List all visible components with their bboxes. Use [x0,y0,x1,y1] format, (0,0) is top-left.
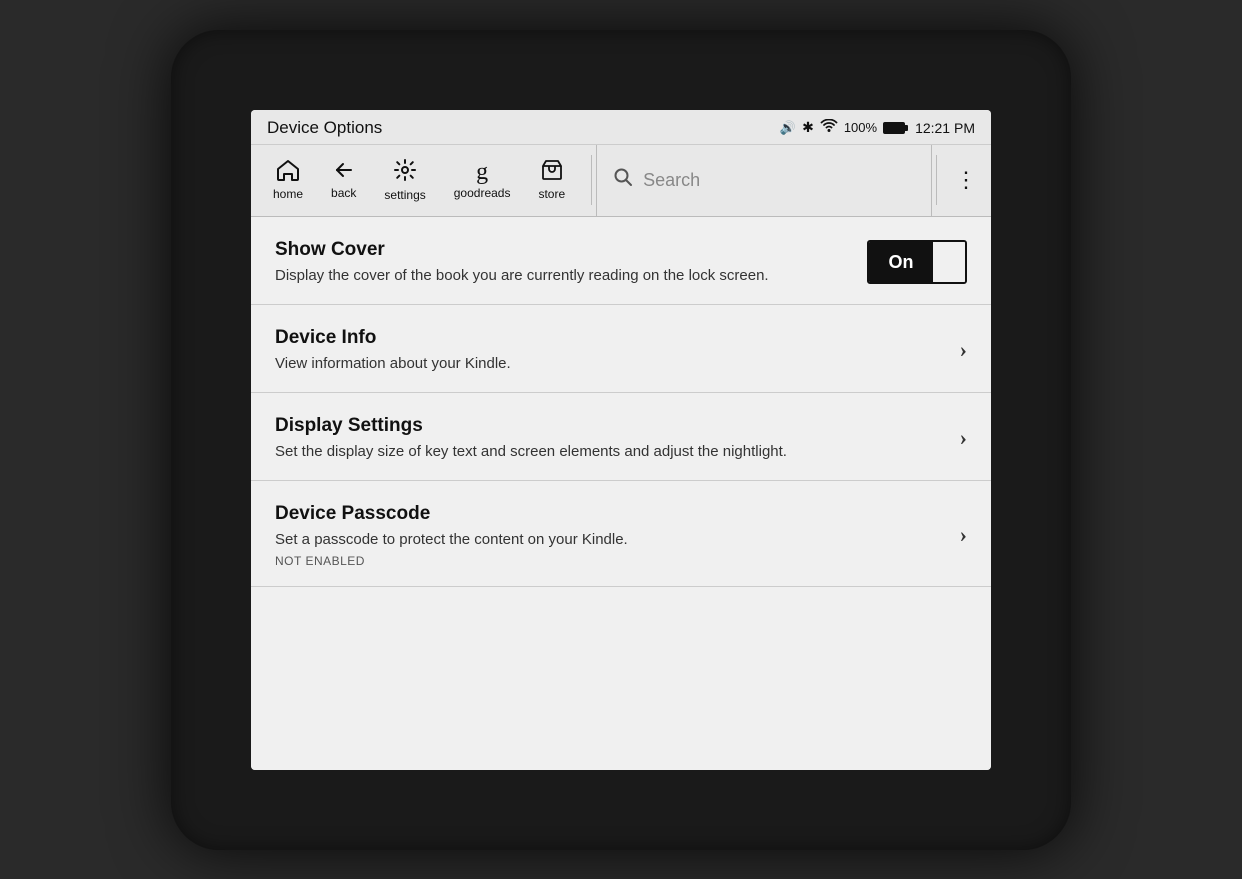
device-passcode-status: NOT ENABLED [275,554,944,568]
settings-label: settings [384,188,425,202]
device-info-item[interactable]: Device Info View information about your … [251,305,991,393]
device-info-left: Device Info View information about your … [275,327,960,374]
search-icon [613,167,633,193]
show-cover-description: Display the cover of the book you are cu… [275,265,851,286]
display-settings-item[interactable]: Display Settings Set the display size of… [251,393,991,481]
display-settings-chevron: › [960,425,967,451]
more-menu-button[interactable]: ⋮ [941,145,991,216]
nav-items: home back [251,152,587,208]
device-info-title: Device Info [275,327,944,349]
show-cover-left: Show Cover Display the cover of the book… [275,239,867,286]
goodreads-icon: g [476,160,488,184]
device-passcode-description: Set a passcode to protect the content on… [275,529,944,550]
show-cover-item[interactable]: Show Cover Display the cover of the book… [251,217,991,305]
toggle-off-area [933,242,965,282]
settings-content: Show Cover Display the cover of the book… [251,217,991,770]
search-bar[interactable]: Search [596,145,932,216]
goodreads-label: goodreads [454,186,511,200]
back-icon [333,160,355,184]
show-cover-toggle[interactable]: On [867,240,967,284]
home-label: home [273,187,303,201]
wifi-icon [820,119,838,137]
device-passcode-item[interactable]: Device Passcode Set a passcode to protec… [251,481,991,587]
nav-bar: home back [251,145,991,217]
toggle-on-label: On [869,242,933,282]
nav-back[interactable]: back [317,154,370,206]
device-passcode-title: Device Passcode [275,503,944,525]
nav-store[interactable]: store [524,153,579,207]
bluetooth-icon: ✱ [802,119,814,136]
page-title: Device Options [267,118,382,138]
time-display: 12:21 PM [915,120,975,136]
battery-icon [883,122,905,134]
display-settings-left: Display Settings Set the display size of… [275,415,960,462]
more-icon: ⋮ [955,167,977,193]
settings-icon [393,158,417,186]
battery-percent: 100% [844,120,877,135]
nav-divider-1 [591,155,592,205]
display-settings-title: Display Settings [275,415,944,437]
back-label: back [331,186,356,200]
store-icon [540,159,564,185]
home-icon [276,159,300,185]
device-info-description: View information about your Kindle. [275,353,944,374]
device-passcode-left: Device Passcode Set a passcode to protec… [275,503,960,568]
nav-settings[interactable]: settings [370,152,439,208]
status-bar: Device Options 🔊 ✱ 100% 12:21 PM [251,110,991,145]
nav-divider-2 [936,155,937,205]
kindle-screen: Device Options 🔊 ✱ 100% 12:21 PM [251,110,991,770]
status-icons: 🔊 ✱ 100% 12:21 PM [780,119,975,137]
store-label: store [538,187,565,201]
search-placeholder: Search [643,170,700,191]
display-settings-description: Set the display size of key text and scr… [275,441,944,462]
device-passcode-chevron: › [960,522,967,548]
show-cover-title: Show Cover [275,239,851,261]
device-info-chevron: › [960,337,967,363]
nav-home[interactable]: home [259,153,317,207]
kindle-device: Device Options 🔊 ✱ 100% 12:21 PM [171,30,1071,850]
nav-goodreads[interactable]: g goodreads [440,154,525,206]
volume-icon: 🔊 [780,120,796,136]
